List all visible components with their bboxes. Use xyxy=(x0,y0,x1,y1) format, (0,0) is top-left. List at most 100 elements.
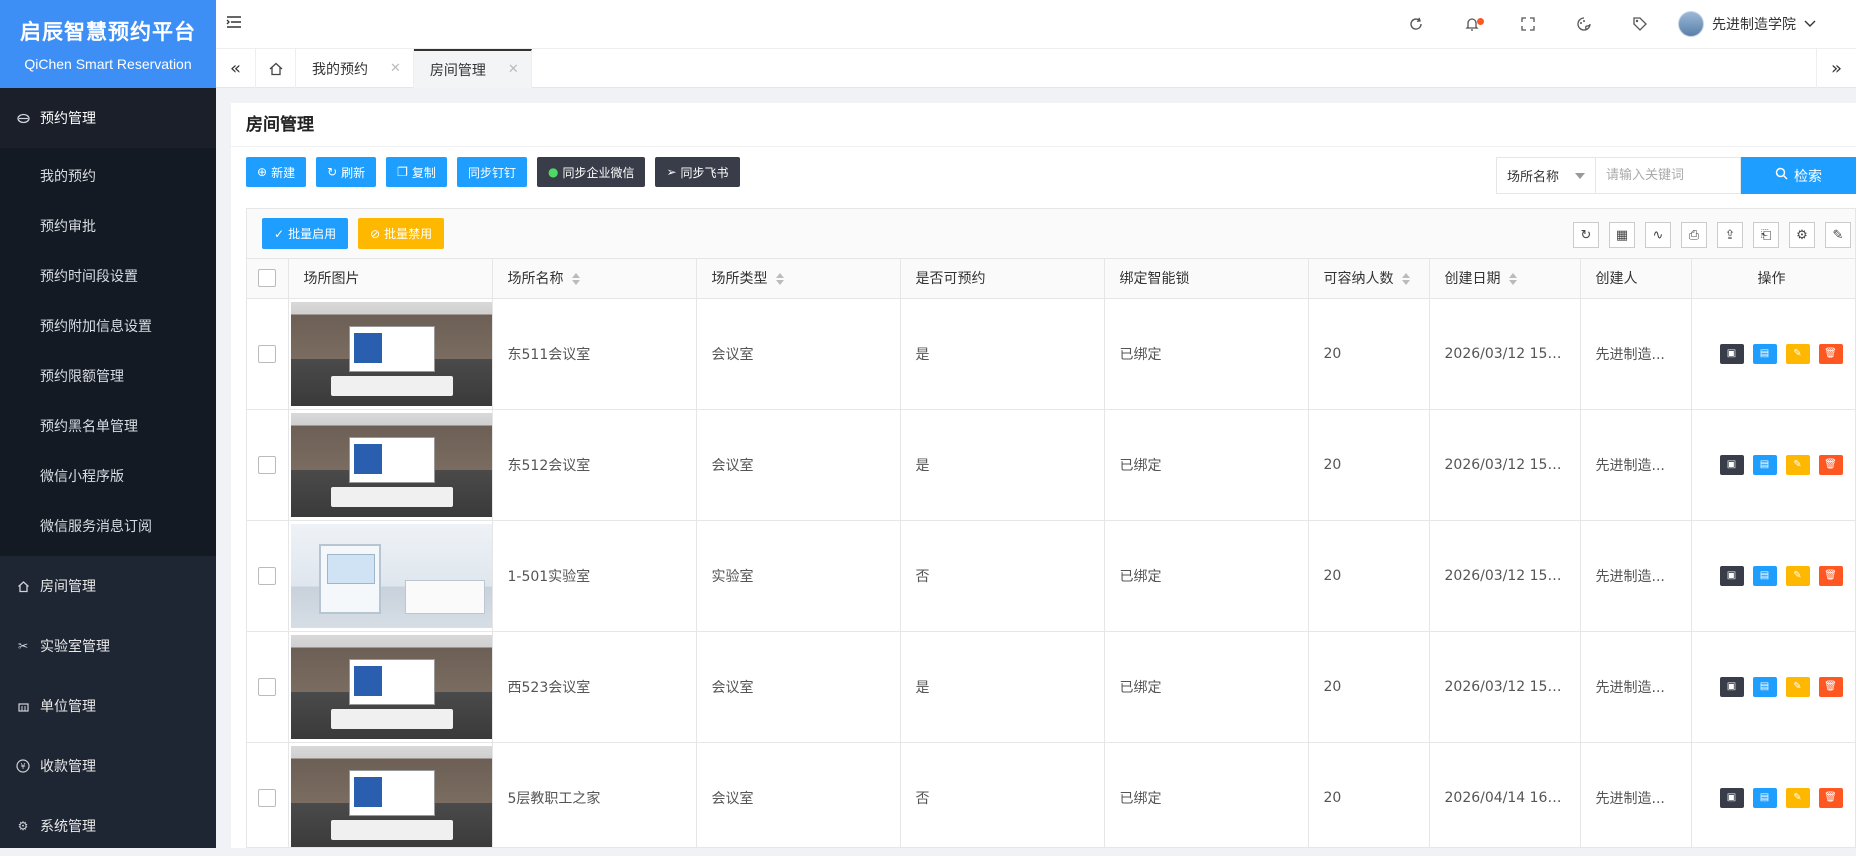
col-created[interactable]: 创建日期 xyxy=(1429,259,1581,299)
search-button[interactable]: 检索 xyxy=(1741,157,1856,194)
home-tab-icon[interactable] xyxy=(256,49,296,88)
room-name: 1-501实验室 xyxy=(492,520,697,632)
room-image[interactable] xyxy=(290,523,491,628)
tab-scroll-left-icon[interactable]: « xyxy=(216,49,256,88)
import-icon[interactable]: ⎗ xyxy=(1753,222,1779,248)
room-created: 2026/03/12 15:4... xyxy=(1429,520,1581,632)
brand-logo: 启辰智慧预约平台 QiChen Smart Reservation xyxy=(0,0,216,88)
close-icon[interactable]: ✕ xyxy=(390,61,401,76)
row-actions: ▣ ▤ ✎ 🗑 xyxy=(1691,631,1855,743)
edit-button[interactable]: ✎ xyxy=(1785,343,1810,364)
sidebar-item-timeslot[interactable]: 预约时间段设置 xyxy=(0,252,216,302)
table-refresh-icon[interactable]: ↻ xyxy=(1573,222,1599,248)
close-icon[interactable]: ✕ xyxy=(508,62,519,77)
print-icon[interactable]: ⎙ xyxy=(1681,222,1707,248)
room-created: 2026/03/12 15:4... xyxy=(1429,298,1581,410)
delete-button[interactable]: 🗑 xyxy=(1818,343,1843,364)
room-image-cell xyxy=(288,742,493,847)
edit-button[interactable]: ✎ xyxy=(1785,676,1810,697)
room-image[interactable] xyxy=(290,301,491,406)
batch-enable-button[interactable]: ✓ 批量启用 xyxy=(262,218,349,249)
edit-button[interactable]: ✎ xyxy=(1785,565,1810,586)
refresh-label: 刷新 xyxy=(341,165,366,180)
content-card: 房间管理 ⊕ 新建 ↻ 刷新 ❐ 复制 同步钉钉 ● 同步企业微信 ➢ 同步飞书 场所名称… xyxy=(231,103,1856,848)
tab-my-reservation[interactable]: 我的预约 ✕ xyxy=(296,49,414,88)
qrcode-button[interactable]: ▣ xyxy=(1719,676,1744,697)
sidebar-item-approval[interactable]: 预约审批 xyxy=(0,202,216,252)
sort-icon[interactable] xyxy=(775,273,784,286)
col-name[interactable]: 场所名称 xyxy=(492,259,697,299)
room-type: 会议室 xyxy=(696,631,901,743)
sidebar-group-room[interactable]: 房间管理 xyxy=(0,556,216,616)
room-created: 2026/03/12 15:4... xyxy=(1429,631,1581,743)
bell-icon[interactable] xyxy=(1444,0,1500,48)
fullscreen-icon[interactable] xyxy=(1500,0,1556,48)
sidebar-group-payment[interactable]: ¥ 收款管理 xyxy=(0,736,216,796)
pulse-icon[interactable]: ∿ xyxy=(1645,222,1671,248)
sidebar-item-quota[interactable]: 预约限额管理 xyxy=(0,352,216,402)
settings-icon[interactable]: ⚙ xyxy=(1789,222,1815,248)
room-image[interactable] xyxy=(290,745,491,847)
view-button[interactable]: ▤ xyxy=(1752,343,1777,364)
columns-icon[interactable]: ▦ xyxy=(1609,222,1635,248)
qrcode-button[interactable]: ▣ xyxy=(1719,343,1744,364)
col-type[interactable]: 场所类型 xyxy=(696,259,901,299)
sidebar-item-extra-info[interactable]: 预约附加信息设置 xyxy=(0,302,216,352)
sync-feishu-button[interactable]: ➢ 同步飞书 xyxy=(655,157,740,187)
row-checkbox[interactable] xyxy=(258,788,277,807)
theme-icon[interactable] xyxy=(1556,0,1612,48)
sidebar-group-reservation[interactable]: 预约管理 xyxy=(0,88,216,148)
notification-dot xyxy=(1477,18,1484,25)
plus-circle-icon: ⊕ xyxy=(257,165,268,179)
tab-scroll-right-icon[interactable]: » xyxy=(1816,49,1856,88)
sync-dingtalk-button[interactable]: 同步钉钉 xyxy=(456,157,527,187)
view-button[interactable]: ▤ xyxy=(1752,565,1777,586)
user-menu[interactable]: 先进制造学院 xyxy=(1668,11,1856,37)
delete-button[interactable]: 🗑 xyxy=(1818,565,1843,586)
new-button[interactable]: ⊕ 新建 xyxy=(246,157,307,187)
room-image[interactable] xyxy=(290,634,491,739)
row-checkbox[interactable] xyxy=(258,566,277,585)
view-button[interactable]: ▤ xyxy=(1752,787,1777,808)
col-lock: 绑定智能锁 xyxy=(1104,259,1309,299)
refresh-icon[interactable] xyxy=(1388,0,1444,48)
sort-icon[interactable] xyxy=(1401,273,1410,286)
copy-button[interactable]: ❐ 复制 xyxy=(386,157,447,187)
batch-disable-button[interactable]: ⊘ 批量禁用 xyxy=(358,218,445,249)
sidebar-group-system[interactable]: ⚙ 系统管理 xyxy=(0,796,216,856)
sidebar-item-wechat-subscribe[interactable]: 微信服务消息订阅 xyxy=(0,502,216,552)
qrcode-button[interactable]: ▣ xyxy=(1719,565,1744,586)
sync-wecom-button[interactable]: ● 同步企业微信 xyxy=(536,157,646,187)
delete-button[interactable]: 🗑 xyxy=(1818,454,1843,475)
menu-toggle-icon[interactable] xyxy=(226,14,244,32)
qrcode-button[interactable]: ▣ xyxy=(1719,787,1744,808)
qrcode-button[interactable]: ▣ xyxy=(1719,454,1744,475)
sidebar-group-unit[interactable]: 单位管理 xyxy=(0,676,216,736)
refresh-button[interactable]: ↻ 刷新 xyxy=(316,157,377,187)
sidebar-group-lab[interactable]: ✂ 实验室管理 xyxy=(0,616,216,676)
sidebar-item-my-reservation[interactable]: 我的预约 xyxy=(0,152,216,202)
view-button[interactable]: ▤ xyxy=(1752,454,1777,475)
delete-button[interactable]: 🗑 xyxy=(1818,787,1843,808)
col-capacity[interactable]: 可容纳人数 xyxy=(1308,259,1430,299)
clean-icon[interactable]: ✎ xyxy=(1825,222,1851,248)
room-image[interactable] xyxy=(290,412,491,517)
select-all-checkbox[interactable] xyxy=(258,269,277,288)
edit-button[interactable]: ✎ xyxy=(1785,454,1810,475)
sidebar-item-blacklist[interactable]: 预约黑名单管理 xyxy=(0,402,216,452)
row-checkbox[interactable] xyxy=(258,677,277,696)
tab-room-management[interactable]: 房间管理 ✕ xyxy=(413,49,532,88)
search-field-select[interactable]: 场所名称 xyxy=(1496,157,1596,194)
sort-icon[interactable] xyxy=(571,273,580,286)
row-select-cell xyxy=(247,742,289,847)
edit-button[interactable]: ✎ xyxy=(1785,787,1810,808)
search-input[interactable] xyxy=(1596,157,1741,194)
export-icon[interactable]: ⇪ xyxy=(1717,222,1743,248)
view-button[interactable]: ▤ xyxy=(1752,676,1777,697)
row-checkbox[interactable] xyxy=(258,344,277,363)
delete-button[interactable]: 🗑 xyxy=(1818,676,1843,697)
sort-icon[interactable] xyxy=(1508,273,1517,286)
tag-icon[interactable] xyxy=(1612,0,1668,48)
row-checkbox[interactable] xyxy=(258,455,277,474)
sidebar-item-miniprogram[interactable]: 微信小程序版 xyxy=(0,452,216,502)
